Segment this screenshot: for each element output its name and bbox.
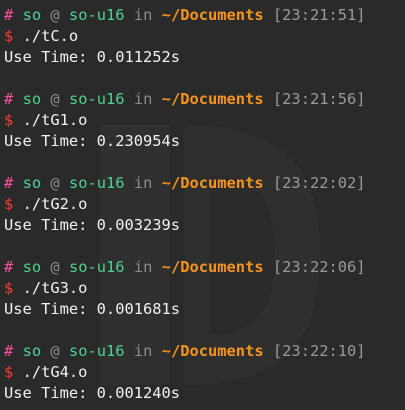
prompt-dollar: $ [4,195,14,213]
prompt-user: so [22,342,42,360]
command-line[interactable]: $ ./tG4.o [4,362,405,383]
prompt-line: # so @ so-u16 in ~/Documents [23:22:06] [4,257,405,278]
command-block: # so @ so-u16 in ~/Documents [23:22:02] … [4,173,405,257]
prompt-cwd: ~/Documents [161,6,264,24]
prompt-hash: # [4,90,14,108]
prompt-line: # so @ so-u16 in ~/Documents [23:21:51] [4,5,405,26]
prompt-hash: # [4,6,14,24]
command-text: ./tG4.o [22,363,88,381]
command-block: # so @ so-u16 in ~/Documents [23:22:10] … [4,341,405,410]
prompt-in: in [133,90,153,108]
prompt-timestamp: [23:22:10] [272,342,366,360]
prompt-hash: # [4,174,14,192]
command-output: Use Time: 0.003239s [4,216,181,234]
prompt-at: @ [50,90,60,108]
prompt-in: in [133,6,153,24]
command-block: # so @ so-u16 in ~/Documents [23:21:51] … [4,5,405,89]
prompt-timestamp: [23:21:56] [272,90,366,108]
prompt-hash: # [4,342,14,360]
terminal-output: # so @ so-u16 in ~/Documents [23:21:51] … [4,5,405,410]
prompt-at: @ [50,6,60,24]
command-line[interactable]: $ ./tG3.o [4,278,405,299]
terminal-window[interactable]: # so @ so-u16 in ~/Documents [23:21:51] … [0,0,405,410]
prompt-dollar: $ [4,279,14,297]
prompt-at: @ [50,258,60,276]
prompt-host: so-u16 [68,174,125,192]
prompt-timestamp: [23:22:02] [272,174,366,192]
prompt-in: in [133,342,153,360]
prompt-at: @ [50,174,60,192]
prompt-cwd: ~/Documents [161,258,264,276]
prompt-cwd: ~/Documents [161,174,264,192]
prompt-user: so [22,90,42,108]
prompt-line: # so @ so-u16 in ~/Documents [23:22:10] [4,341,405,362]
command-text: ./tG2.o [22,195,88,213]
prompt-dollar: $ [4,111,14,129]
prompt-in: in [133,258,153,276]
prompt-at: @ [50,342,60,360]
prompt-timestamp: [23:21:51] [272,6,366,24]
command-block: # so @ so-u16 in ~/Documents [23:21:56] … [4,89,405,173]
prompt-user: so [22,6,42,24]
command-line[interactable]: $ ./tG2.o [4,194,405,215]
prompt-hash: # [4,258,14,276]
prompt-line: # so @ so-u16 in ~/Documents [23:21:56] [4,89,405,110]
prompt-cwd: ~/Documents [161,342,264,360]
prompt-line: # so @ so-u16 in ~/Documents [23:22:02] [4,173,405,194]
prompt-dollar: $ [4,363,14,381]
command-output: Use Time: 0.230954s [4,132,181,150]
prompt-timestamp: [23:22:06] [272,258,366,276]
prompt-cwd: ~/Documents [161,90,264,108]
command-output: Use Time: 0.011252s [4,48,181,66]
command-text: ./tG3.o [22,279,88,297]
prompt-host: so-u16 [68,258,125,276]
command-output: Use Time: 0.001240s [4,384,181,402]
command-output: Use Time: 0.001681s [4,300,181,318]
command-block: # so @ so-u16 in ~/Documents [23:22:06] … [4,257,405,341]
prompt-in: in [133,174,153,192]
prompt-host: so-u16 [68,90,125,108]
prompt-user: so [22,174,42,192]
prompt-host: so-u16 [68,342,125,360]
command-text: ./tC.o [22,27,79,45]
prompt-dollar: $ [4,27,14,45]
prompt-host: so-u16 [68,6,125,24]
command-line[interactable]: $ ./tG1.o [4,110,405,131]
command-line[interactable]: $ ./tC.o [4,26,405,47]
prompt-user: so [22,258,42,276]
command-text: ./tG1.o [22,111,88,129]
